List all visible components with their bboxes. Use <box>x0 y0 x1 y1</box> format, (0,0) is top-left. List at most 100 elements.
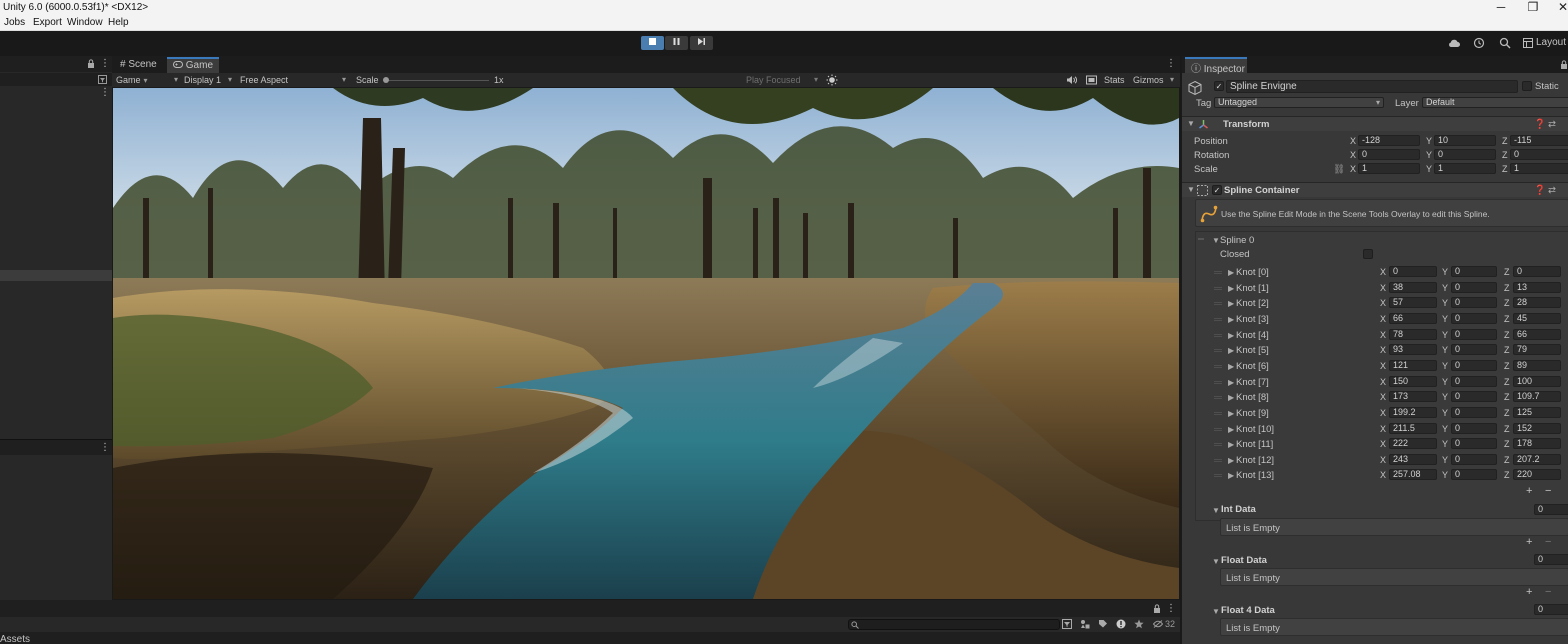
knot-z-field[interactable]: 178 <box>1513 438 1561 450</box>
transform-y-field[interactable]: 0 <box>1434 149 1496 160</box>
knot-z-field[interactable]: 66 <box>1513 328 1561 340</box>
knot-z-field[interactable]: 28 <box>1513 297 1561 309</box>
int-data-remove-button[interactable]: − <box>1545 536 1551 548</box>
drag-handle-icon[interactable] <box>1214 364 1222 368</box>
layer-dropdown[interactable]: Default <box>1422 97 1568 108</box>
knot-y-field[interactable]: 0 <box>1451 375 1497 387</box>
knot-x-field[interactable]: 257.08 <box>1389 469 1437 481</box>
type-filter-icon[interactable] <box>1080 619 1090 629</box>
knot-z-field[interactable]: 89 <box>1513 359 1561 371</box>
foldout-triangle-icon[interactable]: ▶ <box>1228 331 1234 340</box>
help-icon[interactable]: ❓ <box>1534 185 1546 196</box>
drag-handle-icon[interactable] <box>1214 411 1222 415</box>
knot-z-field[interactable]: 13 <box>1513 281 1561 293</box>
object-name-field[interactable]: Spline Envigne <box>1226 80 1518 93</box>
float-data-remove-button[interactable]: − <box>1545 586 1551 598</box>
drag-handle-icon[interactable] <box>1198 238 1204 240</box>
star-icon[interactable] <box>1134 619 1144 629</box>
tag-dropdown[interactable]: Untagged <box>1214 97 1384 108</box>
drag-handle-icon[interactable] <box>1214 474 1222 478</box>
menu-jobs[interactable]: Jobs <box>4 17 25 28</box>
warning-filter-icon[interactable] <box>1116 619 1126 629</box>
foldout-triangle-icon[interactable]: ▶ <box>1228 409 1234 418</box>
preset-icon[interactable]: ⇄ <box>1548 185 1556 196</box>
transform-x-field[interactable]: 1 <box>1358 163 1420 174</box>
kebab-menu-icon[interactable]: ⋮ <box>1166 603 1176 614</box>
float4-data-count[interactable]: 0 <box>1534 604 1568 615</box>
foldout-triangle-icon[interactable]: ▶ <box>1228 346 1234 355</box>
tab-inspector[interactable]: ⓘ Inspector <box>1185 57 1247 75</box>
restore-button[interactable]: ❐ <box>1518 0 1548 16</box>
drag-handle-icon[interactable] <box>1214 427 1222 431</box>
pause-button[interactable] <box>665 36 688 50</box>
knot-y-field[interactable]: 0 <box>1451 297 1497 309</box>
drag-handle-icon[interactable] <box>1214 458 1222 462</box>
add-knot-button[interactable]: + <box>1526 485 1532 497</box>
spline-container-enabled-checkbox[interactable]: ✓ <box>1212 185 1222 195</box>
gizmos-button[interactable]: Gizmos <box>1133 75 1164 85</box>
history-icon[interactable] <box>1473 37 1485 49</box>
knot-x-field[interactable]: 66 <box>1389 312 1437 324</box>
drag-handle-icon[interactable] <box>1214 349 1222 353</box>
float-data-add-button[interactable]: + <box>1526 586 1532 598</box>
knot-x-field[interactable]: 93 <box>1389 344 1437 356</box>
knot-y-field[interactable]: 0 <box>1451 359 1497 371</box>
kebab-menu-icon[interactable]: ⋮ <box>100 87 110 98</box>
foldout-triangle-icon[interactable]: ▶ <box>1228 456 1234 465</box>
float-data-count[interactable]: 0 <box>1534 554 1568 565</box>
game-view-viewport[interactable] <box>113 88 1179 599</box>
knot-y-field[interactable]: 0 <box>1451 312 1497 324</box>
knot-y-field[interactable]: 0 <box>1451 469 1497 481</box>
int-data-count[interactable]: 0 <box>1534 504 1568 515</box>
aspect-ratio-icon[interactable] <box>1086 75 1097 85</box>
knot-x-field[interactable]: 222 <box>1389 438 1437 450</box>
foldout-triangle-icon[interactable]: ▼ <box>1212 557 1220 566</box>
static-checkbox[interactable] <box>1522 81 1532 91</box>
menu-window[interactable]: Window <box>67 17 103 28</box>
knot-z-field[interactable]: 79 <box>1513 344 1561 356</box>
eye-slash-icon[interactable] <box>1153 620 1163 628</box>
hierarchy-search-bar[interactable] <box>0 73 112 86</box>
knot-y-field[interactable]: 0 <box>1451 266 1497 277</box>
foldout-triangle-icon[interactable]: ▼ <box>1212 607 1220 616</box>
menu-export[interactable]: Export <box>33 17 62 28</box>
kebab-menu-icon[interactable]: ⋮ <box>100 442 110 453</box>
transform-x-field[interactable]: -128 <box>1358 135 1420 146</box>
knot-x-field[interactable]: 173 <box>1389 391 1437 403</box>
knot-y-field[interactable]: 0 <box>1451 422 1497 434</box>
menu-help[interactable]: Help <box>108 17 129 28</box>
foldout-triangle-icon[interactable]: ▼ <box>1187 119 1195 128</box>
label-filter-icon[interactable] <box>1098 619 1108 629</box>
search-filter-icon[interactable] <box>98 75 107 84</box>
foldout-triangle-icon[interactable]: ▶ <box>1228 268 1234 277</box>
knot-z-field[interactable]: 220 <box>1513 469 1561 481</box>
knot-y-field[interactable]: 0 <box>1451 406 1497 418</box>
preset-icon[interactable]: ⇄ <box>1548 119 1556 130</box>
knot-x-field[interactable]: 211.5 <box>1389 422 1437 434</box>
play-button[interactable] <box>641 36 664 50</box>
assets-breadcrumb[interactable]: Assets <box>0 634 30 644</box>
search-icon[interactable] <box>1499 37 1511 49</box>
drag-handle-icon[interactable] <box>1214 396 1222 400</box>
foldout-triangle-icon[interactable]: ▶ <box>1228 378 1234 387</box>
tab-game[interactable]: Game <box>167 57 220 73</box>
transform-z-field[interactable]: -115 <box>1510 135 1568 146</box>
knot-x-field[interactable]: 150 <box>1389 375 1437 387</box>
foldout-triangle-icon[interactable]: ▶ <box>1228 284 1234 293</box>
foldout-triangle-icon[interactable]: ▶ <box>1228 425 1234 434</box>
foldout-triangle-icon[interactable]: ▼ <box>1187 185 1195 194</box>
foldout-triangle-icon[interactable]: ▶ <box>1228 362 1234 371</box>
knot-y-field[interactable]: 0 <box>1451 438 1497 450</box>
knot-z-field[interactable]: 152 <box>1513 422 1561 434</box>
knot-x-field[interactable]: 121 <box>1389 359 1437 371</box>
knot-z-field[interactable]: 109.7 <box>1513 391 1561 403</box>
drag-handle-icon[interactable] <box>1214 333 1222 337</box>
lock-icon[interactable] <box>87 59 95 69</box>
knot-z-field[interactable]: 100 <box>1513 375 1561 387</box>
knot-x-field[interactable]: 199.2 <box>1389 406 1437 418</box>
drag-handle-icon[interactable] <box>1214 443 1222 447</box>
knot-y-field[interactable]: 0 <box>1451 453 1497 465</box>
transform-header[interactable]: ▼ Transform ❓ ⇄ <box>1182 116 1568 131</box>
transform-z-field[interactable]: 0 <box>1510 149 1568 160</box>
foldout-triangle-icon[interactable]: ▼ <box>1212 236 1220 245</box>
